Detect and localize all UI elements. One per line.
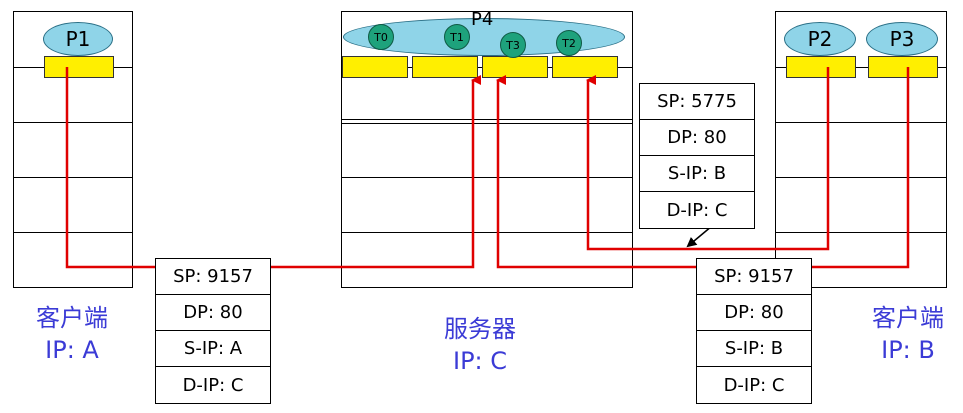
packet-dest-port: DP: 80 (697, 295, 811, 331)
packet-source-ip: S-IP: B (697, 331, 811, 367)
left-host-ip: IP: A (45, 336, 99, 364)
server-label: 服务器 IP: C (420, 313, 540, 377)
connection-a-to-server (65, 67, 481, 269)
packet-dest-ip: D-IP: C (723, 374, 785, 396)
packet-from-b-p3: SP: 9157 DP: 80 S-IP: B D-IP: C (696, 258, 812, 404)
server-ip: IP: C (452, 347, 508, 375)
packet-dest-ip: D-IP: C (182, 374, 244, 396)
packet-source-port: SP: 5775 (640, 84, 754, 120)
right-host-label: 客户端 IP: B (855, 302, 961, 366)
packet-from-b-p2: SP: 5775 DP: 80 S-IP: B D-IP: C (639, 83, 755, 229)
packet-dest-port: DP: 80 (640, 120, 754, 156)
packet-source-ip: S-IP: B (640, 156, 754, 192)
packet-source-ip: S-IP: A (156, 331, 270, 367)
right-host-ip: IP: B (881, 336, 935, 364)
left-host-label: 客户端 IP: A (16, 302, 128, 366)
packet-pointer (686, 225, 713, 248)
server-role: 服务器 (444, 315, 516, 343)
packet-dest-port: DP: 80 (156, 295, 270, 331)
left-host-role: 客户端 (36, 304, 108, 332)
packet-source-port: SP: 9157 (156, 259, 270, 295)
packet-dest-ip: D-IP: C (666, 199, 728, 221)
right-host-role: 客户端 (872, 304, 944, 332)
packet-from-a: SP: 9157 DP: 80 S-IP: A D-IP: C (155, 258, 271, 404)
packet-source-port: SP: 9157 (697, 259, 811, 295)
